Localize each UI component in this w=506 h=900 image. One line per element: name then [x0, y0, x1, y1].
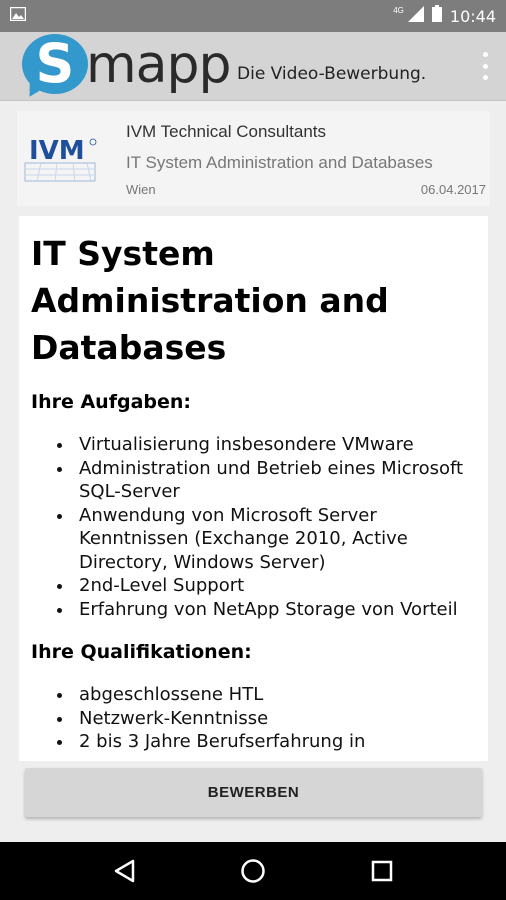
list-item: 2nd-Level Support [53, 574, 476, 598]
list-item: Anwendung von Microsoft Server Kenntniss… [53, 504, 476, 575]
section-heading-qualifications: Ihre Qualifikationen: [31, 641, 252, 663]
navigation-bar [0, 842, 506, 900]
job-date: 06.04.2017 [420, 182, 486, 197]
signal-icon [407, 5, 424, 27]
app-bar: S mapp Die Video-Bewerbung. [0, 32, 506, 102]
list-item: 2 bis 3 Jahre Berufserfahrung in [53, 730, 476, 754]
screen: 4G 10:44 S mapp Die Video-Bewerbung. IVM [0, 0, 506, 900]
status-bar: 4G 10:44 [0, 0, 506, 32]
section-heading-tasks: Ihre Aufgaben: [31, 391, 191, 413]
home-icon[interactable] [233, 851, 273, 891]
tasks-list: Virtualisierung insbesondere VMware Admi… [53, 433, 476, 621]
image-notification-icon [9, 6, 27, 26]
apply-button[interactable]: BEWERBEN [25, 768, 482, 817]
battery-icon [431, 5, 442, 27]
qualifications-list: abgeschlossene HTL Netzwerk-Kenntnisse 2… [53, 683, 476, 754]
app-logo-text: mapp [86, 35, 232, 95]
app-tagline: Die Video-Bewerbung. [237, 64, 427, 84]
overflow-menu-icon[interactable] [480, 52, 490, 80]
list-item: Administration und Betrieb eines Microso… [53, 457, 476, 504]
recents-icon[interactable] [362, 851, 402, 891]
company-logo-text: IVM [29, 136, 85, 166]
description-title: IT System Administration and Databases [31, 234, 389, 367]
app-logo-bubble: S [22, 34, 88, 94]
job-location: Wien [126, 182, 156, 197]
company-name: IVM Technical Consultants [126, 122, 327, 141]
list-item: Virtualisierung insbesondere VMware [53, 433, 476, 457]
back-icon[interactable] [104, 851, 144, 891]
job-header-card: IVM IVM Technical Consultants IT System … [17, 111, 490, 206]
list-item: Netzwerk-Kenntnisse [53, 707, 476, 731]
list-item: Erfahrung von NetApp Storage von Vorteil [53, 598, 476, 622]
job-description-scroll[interactable]: IT System Administration and Databases I… [19, 216, 488, 761]
job-subtitle: IT System Administration and Databases [126, 153, 433, 172]
company-logo: IVM [21, 133, 101, 185]
network-type-label: 4G [393, 5, 404, 15]
status-time: 10:44 [449, 6, 496, 26]
list-item: abgeschlossene HTL [53, 683, 476, 707]
